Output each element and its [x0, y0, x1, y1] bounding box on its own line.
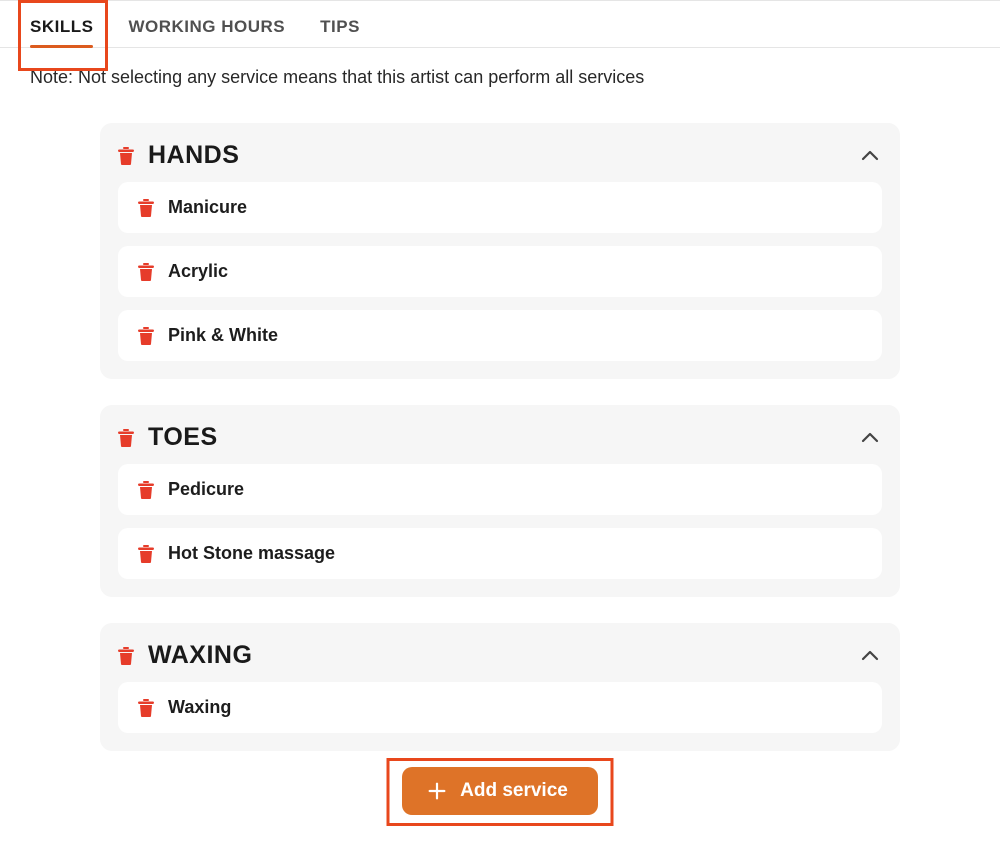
service-item: Waxing: [118, 682, 882, 733]
service-name: Waxing: [168, 697, 231, 718]
service-item: Pedicure: [118, 464, 882, 515]
service-list: Waxing: [118, 682, 882, 733]
service-list: Pedicure Hot Stone massage: [118, 464, 882, 579]
trash-icon[interactable]: [138, 263, 154, 281]
service-item: Acrylic: [118, 246, 882, 297]
service-name: Hot Stone massage: [168, 543, 335, 564]
trash-icon[interactable]: [118, 647, 134, 665]
note-text: Note: Not selecting any service means th…: [0, 48, 1000, 103]
chevron-up-icon[interactable]: [858, 426, 882, 450]
service-item: Manicure: [118, 182, 882, 233]
chevron-up-icon[interactable]: [858, 144, 882, 168]
category-title: WAXING: [148, 641, 844, 670]
trash-icon[interactable]: [138, 481, 154, 499]
category-card: TOES Pedicure Hot Stone massage: [100, 405, 900, 597]
category-card: HANDS Manicure Acrylic Pink & White: [100, 123, 900, 379]
category-title: TOES: [148, 423, 844, 452]
service-name: Pedicure: [168, 479, 244, 500]
service-name: Pink & White: [168, 325, 278, 346]
categories-list: HANDS Manicure Acrylic Pink & White: [100, 123, 900, 751]
highlight-add-annotation: [387, 758, 614, 826]
chevron-up-icon[interactable]: [858, 644, 882, 668]
category-header[interactable]: HANDS: [118, 139, 882, 182]
category-card: WAXING Waxing: [100, 623, 900, 751]
trash-icon[interactable]: [118, 429, 134, 447]
trash-icon[interactable]: [138, 699, 154, 717]
service-name: Acrylic: [168, 261, 228, 282]
service-list: Manicure Acrylic Pink & White: [118, 182, 882, 361]
highlight-tab-annotation: [18, 0, 108, 71]
trash-icon[interactable]: [138, 199, 154, 217]
tab-working-hours[interactable]: WORKING HOURS: [128, 11, 285, 47]
tabs-bar: SKILLS WORKING HOURS TIPS: [0, 0, 1000, 48]
tab-tips[interactable]: TIPS: [320, 11, 360, 47]
service-name: Manicure: [168, 197, 247, 218]
trash-icon[interactable]: [118, 147, 134, 165]
category-header[interactable]: TOES: [118, 421, 882, 464]
trash-icon[interactable]: [138, 327, 154, 345]
service-item: Hot Stone massage: [118, 528, 882, 579]
trash-icon[interactable]: [138, 545, 154, 563]
category-header[interactable]: WAXING: [118, 639, 882, 682]
add-service-wrap: Add service: [0, 767, 1000, 835]
service-item: Pink & White: [118, 310, 882, 361]
category-title: HANDS: [148, 141, 844, 170]
